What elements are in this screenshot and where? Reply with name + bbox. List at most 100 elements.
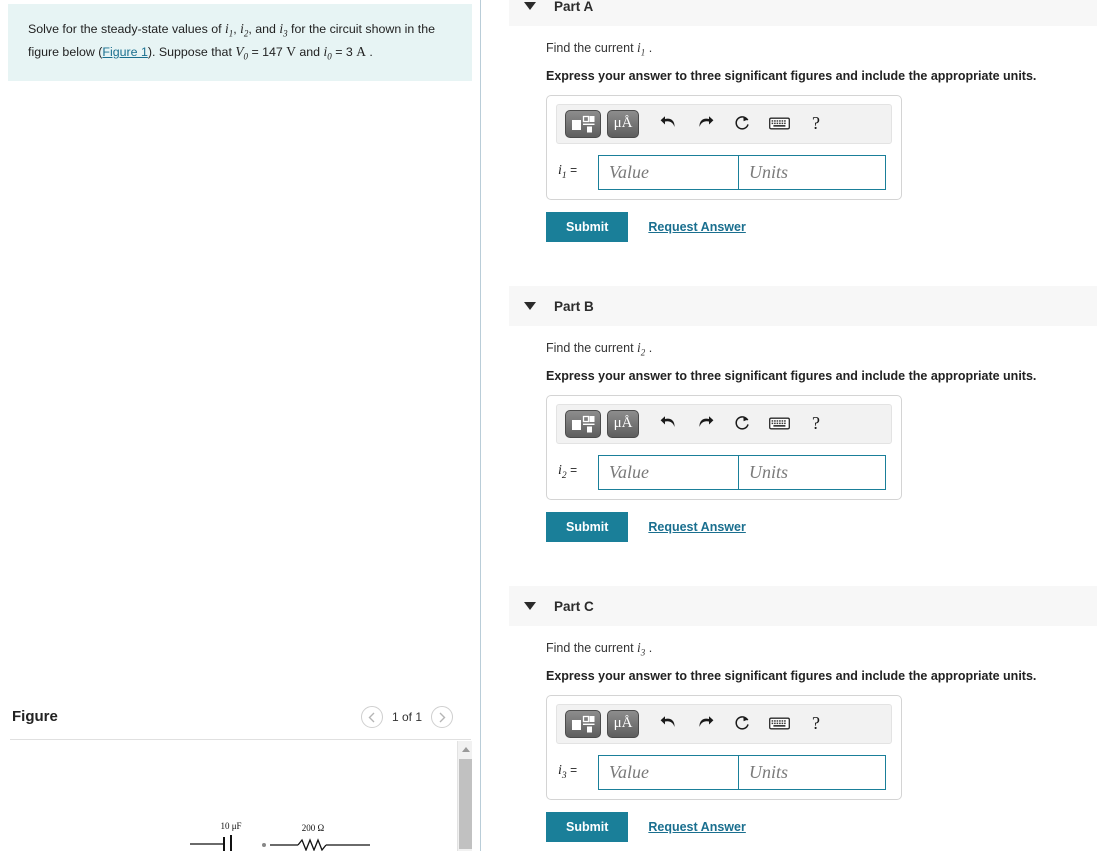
equation-label-b: i2 = [558,463,578,482]
units-placeholder-b: Units [749,461,789,482]
submit-button-a[interactable]: Submit [546,211,629,242]
reset-circle-icon[interactable] [727,110,757,138]
problem-var-i3: i3 [279,21,288,39]
help-icon[interactable]: ? [801,110,831,138]
node-dot [262,843,266,847]
question-suffix-b: . [645,341,653,355]
instruction-b: Express your answer to three significant… [546,368,1037,383]
problem-trailing: . [365,45,373,60]
undo-arrow-icon[interactable] [653,710,683,738]
submit-button-b[interactable]: Submit [546,511,629,542]
figure-1-link[interactable]: Figure 1 [102,45,147,59]
undo-arrow-icon[interactable] [653,410,683,438]
equation-label-a: i1 = [558,163,578,182]
request-answer-link-c[interactable]: Request Answer [648,820,745,834]
reset-glyph [734,416,749,430]
units-button[interactable]: μÅ [607,109,639,138]
value-input-b[interactable]: Value [598,454,739,490]
reset-circle-icon[interactable] [727,410,757,438]
instruction-a: Express your answer to three significant… [546,68,1037,83]
caret-down-icon[interactable] [524,302,536,310]
caret-down-icon[interactable] [524,2,536,10]
reset-circle-icon[interactable] [727,710,757,738]
value-placeholder-a: Value [609,161,649,182]
problem-sep-2: , and [248,22,280,36]
figure-scrollbar[interactable] [457,741,472,851]
instruction-c: Express your answer to three significant… [546,668,1037,683]
request-answer-link-b[interactable]: Request Answer [648,520,745,534]
units-label: μÅ [613,115,633,132]
units-label: μÅ [613,715,633,732]
redo-glyph [698,716,713,728]
value-placeholder-c: Value [609,761,649,782]
math-template-glyph [572,115,595,133]
redo-glyph [698,416,713,428]
problem-var-i1: i1 [224,21,234,39]
units-input-b[interactable]: Units [739,454,886,490]
units-button[interactable]: μÅ [607,409,639,438]
question-prefix-a: Find the current [546,41,638,55]
question-line-c: Find the current i3 . [546,640,1097,658]
units-button[interactable]: μÅ [607,709,639,738]
problem-statement-box: Solve for the steady-state values of i1,… [8,4,472,81]
problem-v-unit: V [286,44,296,60]
figure-header: Figure 1 of 1 [10,700,471,740]
keyboard-icon[interactable] [764,710,794,738]
keyboard-glyph [768,117,790,130]
keyboard-icon[interactable] [764,410,794,438]
undo-glyph [660,716,675,728]
left-pane: Solve for the steady-state values of i1,… [0,0,481,851]
part-body-a: Find the current i1 . Express your answer… [482,26,1097,242]
math-template-icon[interactable] [565,409,601,438]
value-placeholder-b: Value [609,461,649,482]
part-body-b: Find the current i2 . Express your answer… [482,326,1097,542]
units-placeholder-c: Units [749,761,789,782]
problem-statement-text: Solve for the steady-state values of i1,… [28,18,454,65]
redo-glyph [698,116,713,128]
undo-arrow-icon[interactable] [653,110,683,138]
problem-var-v0: V0 [235,44,249,62]
reset-glyph [734,716,749,730]
part-label-b: Part B [554,298,594,314]
request-answer-link-a[interactable]: Request Answer [648,220,745,234]
question-suffix-c: . [645,641,653,655]
redo-arrow-icon[interactable] [690,410,720,438]
redo-arrow-icon[interactable] [690,110,720,138]
problem-i0-unit: A [356,44,366,60]
part-header-c[interactable]: Part C [509,586,1097,626]
part-label-c: Part C [554,598,594,614]
figure-prev-button[interactable] [360,706,383,728]
answer-box-b: μÅ? i2 = Value Units [546,394,902,500]
value-input-a[interactable]: Value [598,154,739,190]
units-input-a[interactable]: Units [739,154,886,190]
capacitor-label: 10 μF [220,821,241,831]
units-label: μÅ [613,415,633,432]
submit-row-b: Submit Request Answer [546,511,1097,542]
part-header-b[interactable]: Part B [509,286,1097,326]
part-body-c: Find the current i3 . Express your answer… [482,626,1097,842]
figure-viewport: 10 μF 200 Ω [10,741,472,851]
units-input-c[interactable]: Units [739,754,886,790]
help-icon[interactable]: ? [801,410,831,438]
submit-button-c[interactable]: Submit [546,811,629,842]
math-template-icon[interactable] [565,709,601,738]
problem-text-part1: Solve for the steady-state values of [28,22,225,36]
undo-glyph [660,116,675,128]
math-template-icon[interactable] [565,109,601,138]
reset-glyph [734,116,749,130]
figure-next-button[interactable] [431,706,453,728]
triangle-up-icon [461,746,470,752]
help-icon[interactable]: ? [801,710,831,738]
redo-arrow-icon[interactable] [690,710,720,738]
scrollbar-thumb[interactable] [459,759,472,849]
chevron-left-icon [368,712,375,722]
value-input-c[interactable]: Value [598,754,739,790]
caret-down-icon[interactable] [524,602,536,610]
answer-box-a: μÅ? i1 = Value Units [546,94,902,200]
scroll-up-button[interactable] [458,741,472,757]
answer-input-row-a: i1 = Value Units [558,154,892,190]
keyboard-icon[interactable] [764,110,794,138]
page-root: Solve for the steady-state values of i1,… [0,0,1097,851]
part-header-a[interactable]: Part A [509,0,1097,26]
circuit-diagram: 10 μF 200 Ω [10,741,456,851]
